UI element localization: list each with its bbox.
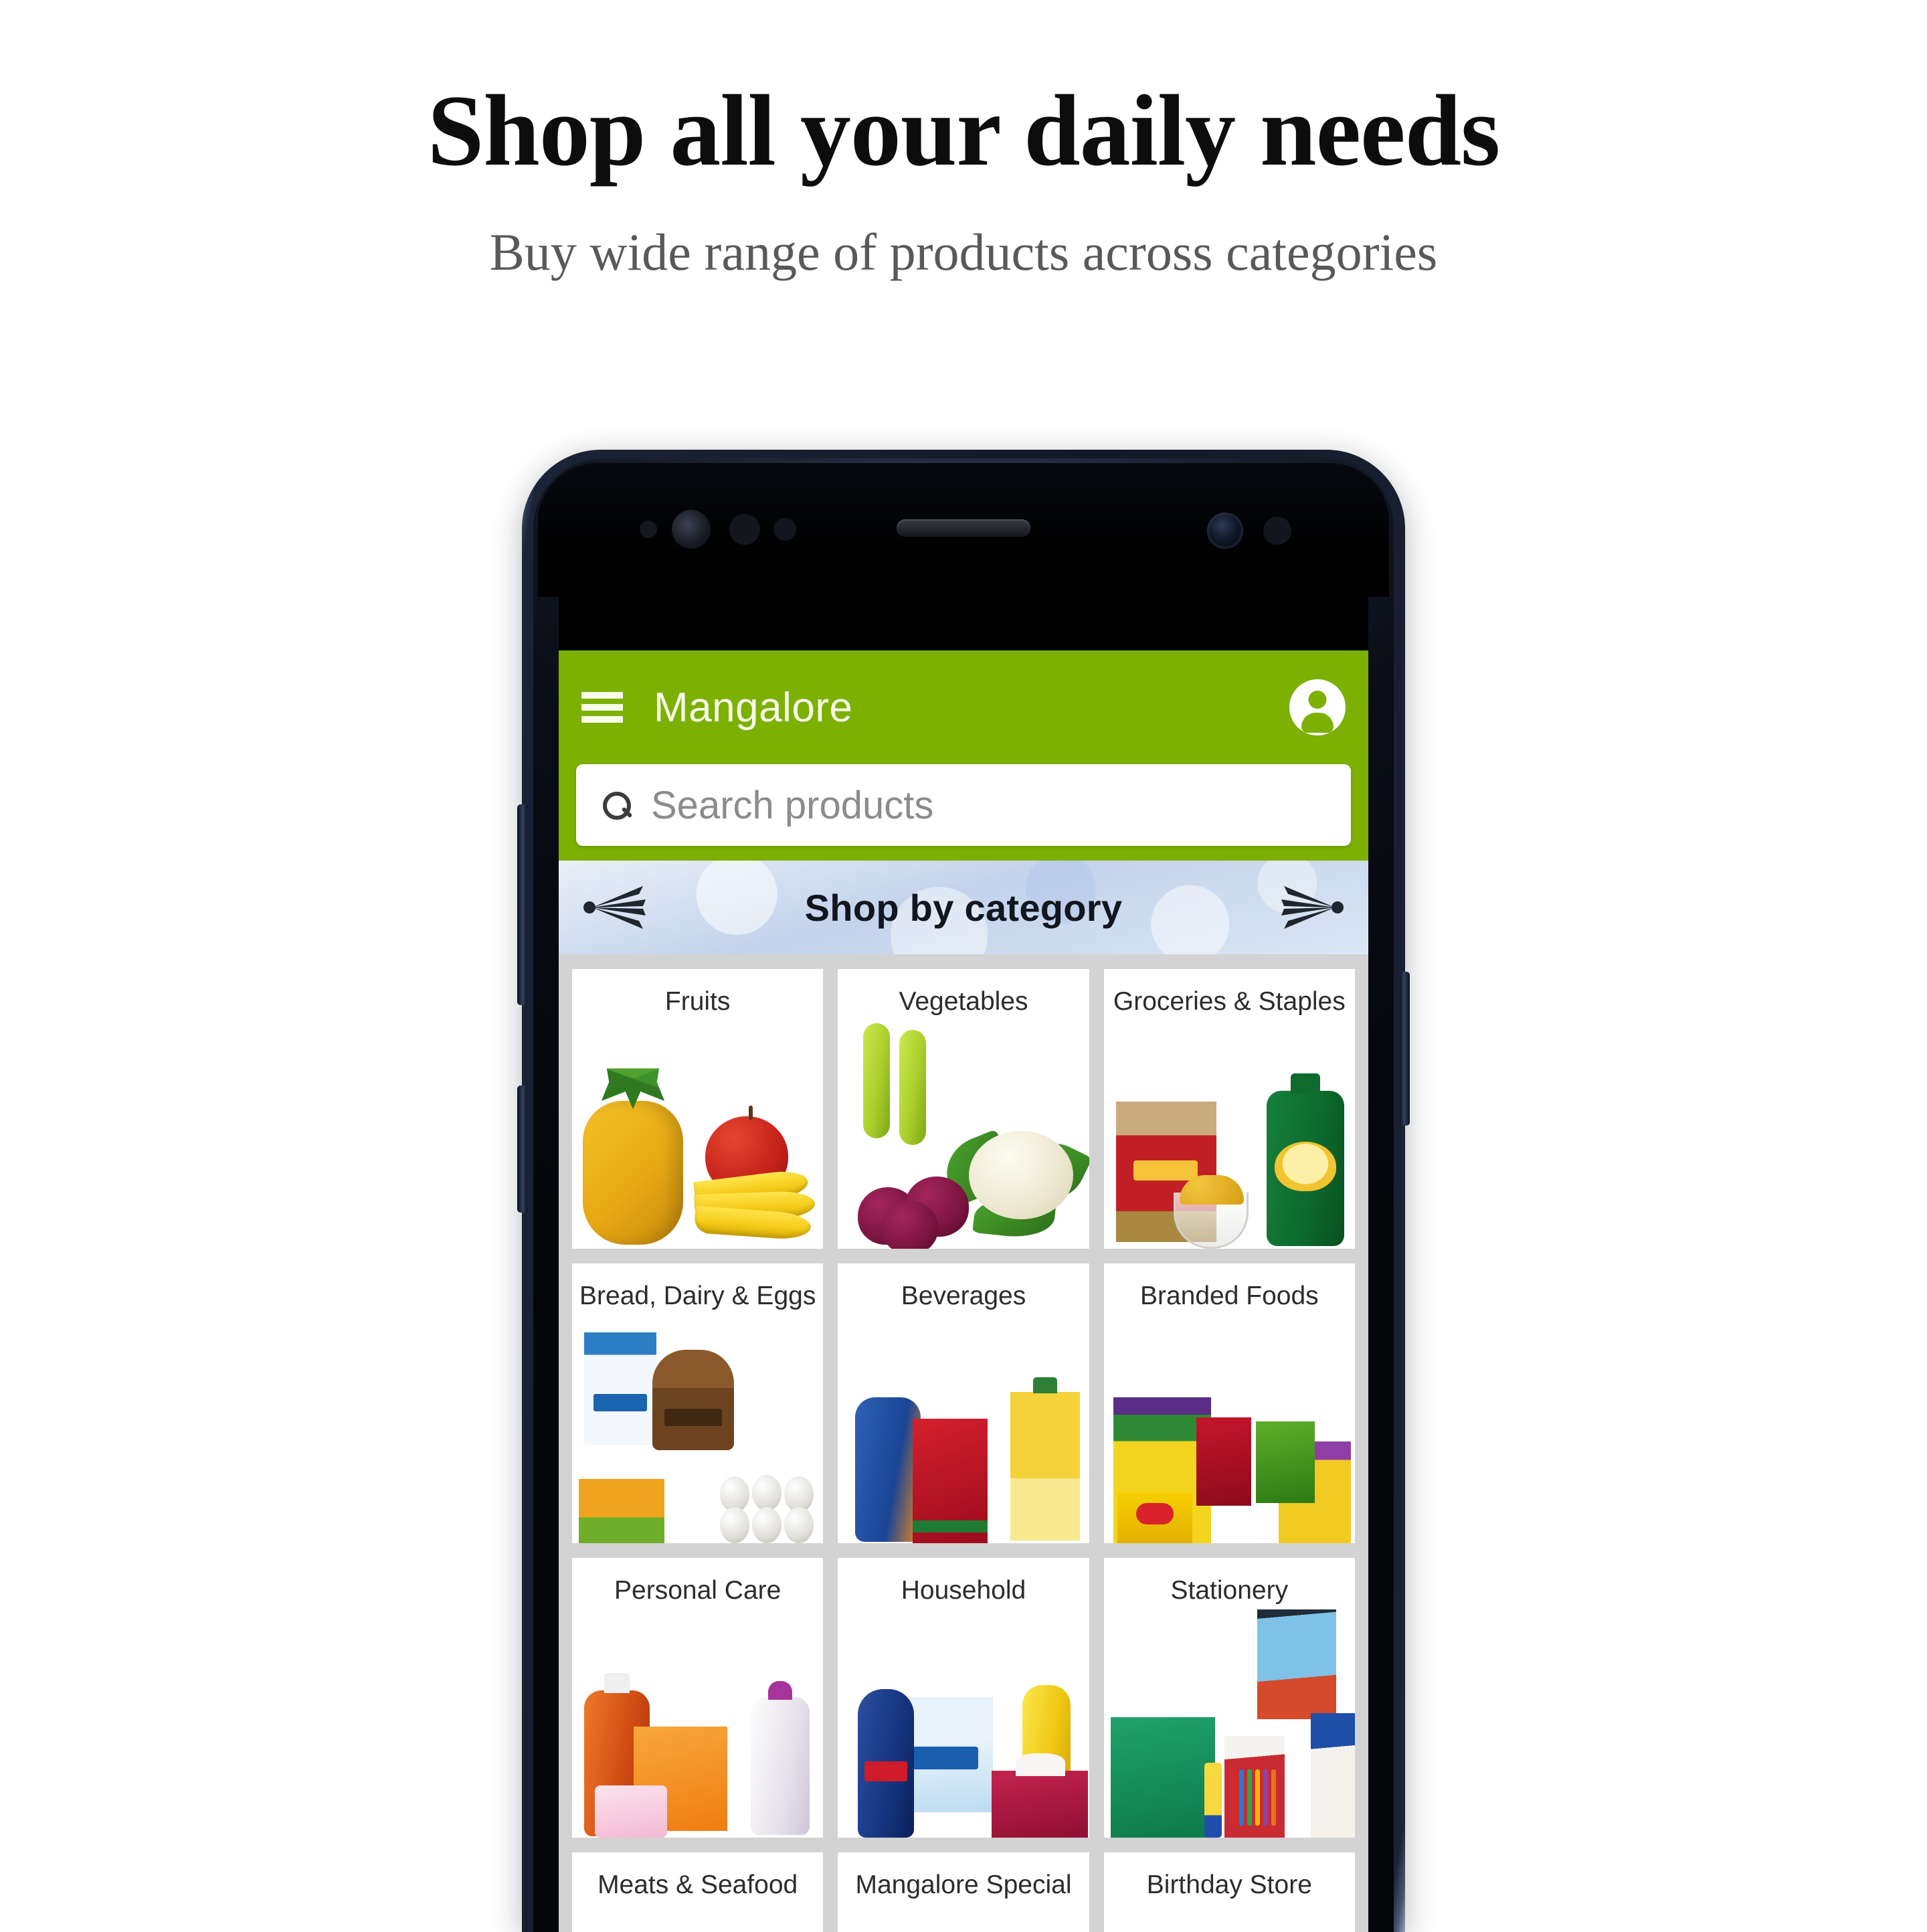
category-label: Personal Care (614, 1576, 782, 1605)
bixby-button[interactable] (517, 1085, 527, 1213)
category-tile[interactable]: Vegetables (838, 969, 1089, 1249)
category-label: Branded Foods (1139, 1282, 1319, 1310)
arrow-fan-right-icon (1281, 886, 1344, 929)
category-tile[interactable]: Bread, Dairy & Eggs (572, 1263, 824, 1543)
stationery-image (1104, 1609, 1355, 1838)
branded-foods-image (1104, 1320, 1355, 1543)
groceries-image (1104, 1026, 1355, 1249)
category-tile[interactable]: Mangalore Special (838, 1852, 1089, 1932)
dairy-image (572, 1320, 823, 1543)
hero-section: Shop all your daily needs Buy wide range… (0, 0, 1927, 283)
category-grid: Fruits Vegetables Groceries & Staples Br… (559, 954, 1368, 1932)
category-tile[interactable]: Fruits (572, 969, 824, 1249)
banner-title: Shop by category (804, 886, 1123, 929)
vegetables-image (838, 1023, 1089, 1249)
category-tile[interactable]: Branded Foods (1103, 1263, 1355, 1543)
arrow-fan-left-icon (583, 886, 646, 929)
sensor-dot-icon (1263, 517, 1291, 545)
phone-mockup: Mangalore Search products Shop by catego… (517, 450, 1410, 1932)
page-title: Shop all your daily needs (427, 74, 1500, 187)
category-tile[interactable]: Meats & Seafood (572, 1852, 824, 1932)
light-sensor-icon (729, 514, 760, 545)
hamburger-menu-icon[interactable] (581, 692, 623, 723)
birthday-store-image (1104, 1909, 1355, 1932)
account-circle-icon[interactable] (1289, 679, 1346, 735)
city-label: Mangalore (654, 684, 853, 731)
sensor-dot-icon (773, 518, 796, 541)
proximity-sensor-icon (640, 521, 657, 538)
fruits-image (572, 1026, 823, 1249)
search-placeholder: Search products (651, 783, 934, 827)
category-tile[interactable]: Birthday Store (1103, 1852, 1355, 1932)
power-button[interactable] (1400, 972, 1410, 1126)
category-label: Bread, Dairy & Eggs (579, 1282, 816, 1310)
search-icon (602, 790, 631, 820)
status-bar (559, 589, 1368, 650)
category-label: Birthday Store (1146, 1870, 1312, 1899)
category-label: Mangalore Special (855, 1870, 1072, 1899)
category-tile[interactable]: Beverages (838, 1263, 1089, 1543)
meats-seafood-image (572, 1909, 823, 1932)
mangalore-special-image (838, 1909, 1089, 1932)
category-label: Vegetables (899, 987, 1028, 1016)
search-bar-container: Search products (559, 764, 1368, 861)
category-tile[interactable]: Personal Care (572, 1558, 824, 1838)
phone-top-bezel (538, 463, 1389, 597)
category-label: Stationery (1170, 1576, 1289, 1605)
household-image (838, 1615, 1089, 1838)
personal-care-image (572, 1615, 823, 1838)
volume-rocker-button[interactable] (517, 804, 527, 1005)
iris-scanner-icon (672, 510, 711, 549)
category-label: Groceries & Staples (1113, 987, 1346, 1016)
category-label: Household (901, 1576, 1026, 1605)
beverages-image (838, 1320, 1089, 1543)
category-label: Beverages (901, 1282, 1026, 1310)
earpiece-speaker-icon (897, 519, 1030, 537)
category-label: Fruits (664, 987, 731, 1016)
search-input[interactable]: Search products (576, 764, 1351, 846)
shop-by-category-banner: Shop by category (559, 861, 1368, 954)
phone-screen: Mangalore Search products Shop by catego… (559, 589, 1368, 1932)
category-label: Meats & Seafood (598, 1870, 798, 1899)
category-tile[interactable]: Household (838, 1558, 1089, 1838)
category-tile[interactable]: Groceries & Staples (1103, 969, 1355, 1249)
page-subtitle: Buy wide range of products across catego… (489, 223, 1438, 282)
app-bar: Mangalore (559, 650, 1368, 764)
front-camera-icon (1207, 513, 1243, 549)
category-tile[interactable]: Stationery (1103, 1558, 1355, 1838)
